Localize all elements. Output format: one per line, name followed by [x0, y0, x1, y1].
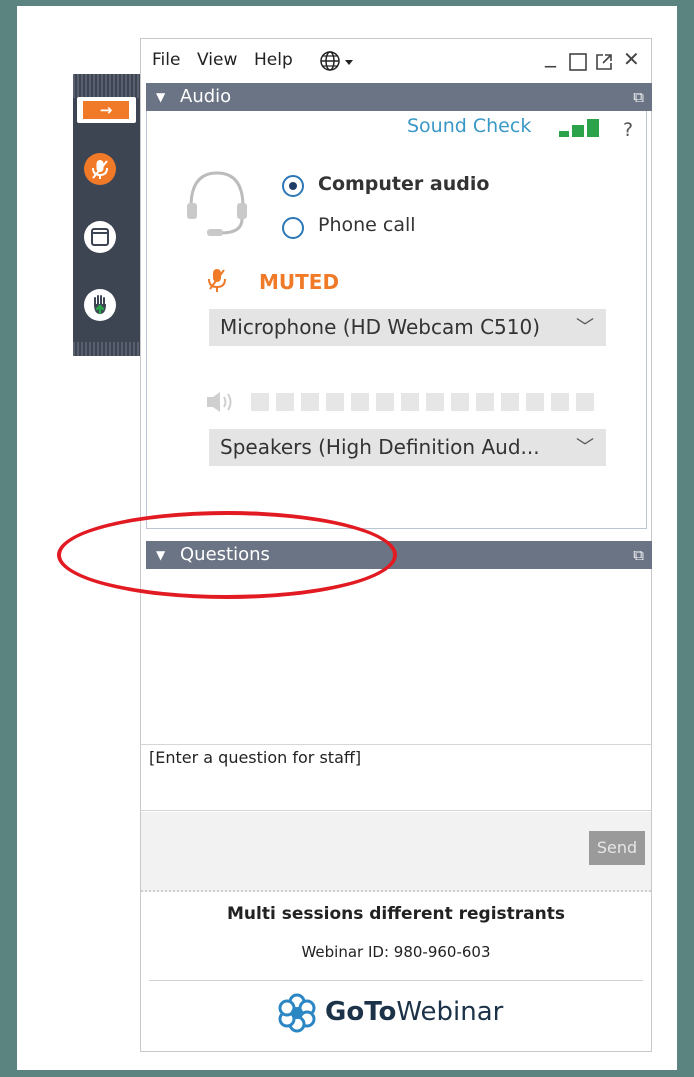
annotation-ellipse	[57, 511, 397, 599]
webinar-title: Multi sessions different registrants	[227, 904, 565, 924]
collapse-panel-button[interactable]: →	[77, 97, 136, 123]
collapse-triangle-icon: ▼	[156, 90, 166, 104]
question-input[interactable]: [Enter a question for staff]	[141, 744, 651, 811]
language-menu[interactable]	[319, 50, 359, 76]
arrow-right-icon: →	[83, 101, 129, 119]
menubar: File View Help _ ✕	[141, 39, 651, 81]
maximize-button[interactable]	[569, 53, 587, 75]
question-input-placeholder: [Enter a question for staff]	[149, 748, 362, 767]
audio-title: Audio	[180, 86, 232, 107]
screen-icon	[91, 228, 109, 246]
signal-strength-icon	[559, 119, 599, 137]
speaker-icon	[207, 392, 232, 412]
menu-file[interactable]: File	[152, 50, 180, 70]
globe-icon	[320, 51, 353, 71]
minimize-button[interactable]: _	[545, 43, 556, 68]
computer-audio-label[interactable]: Computer audio	[318, 173, 489, 195]
phone-call-label[interactable]: Phone call	[318, 214, 416, 236]
toolbar-grip-bottom[interactable]	[73, 342, 140, 356]
chevron-down-icon: ﹀	[576, 317, 594, 338]
computer-audio-radio[interactable]	[282, 175, 304, 197]
popout-button[interactable]	[595, 53, 613, 75]
menu-view[interactable]: View	[197, 50, 237, 70]
microphone-select-value: Microphone (HD Webcam C510)	[220, 315, 541, 339]
caret-down-icon	[345, 60, 353, 65]
mute-button[interactable]	[84, 153, 116, 185]
control-toolbar: →	[73, 74, 140, 356]
close-button[interactable]: ✕	[623, 47, 640, 71]
muted-microphone-icon	[92, 160, 108, 179]
webinar-id: Webinar ID: 980-960-603	[301, 943, 491, 961]
phone-call-radio[interactable]	[282, 217, 304, 239]
chevron-down-icon: ﹀	[576, 437, 594, 458]
footer-divider	[149, 980, 643, 981]
brand-bold: GoTo	[325, 997, 397, 1027]
gotowebinar-flower-icon	[278, 993, 316, 1033]
speakers-select[interactable]: Speakers (High Definition Aud... ﹀	[209, 429, 606, 466]
popout-icon[interactable]: ⧉	[633, 83, 644, 111]
square-icon	[569, 53, 587, 71]
muted-microphone-icon	[208, 269, 226, 292]
speakers-select-value: Speakers (High Definition Aud...	[220, 435, 540, 459]
gotowebinar-logo: GoToWebinar	[277, 993, 503, 1033]
microphone-select[interactable]: Microphone (HD Webcam C510) ﹀	[209, 309, 606, 346]
menu-help[interactable]: Help	[254, 50, 293, 70]
muted-status: MUTED	[259, 270, 340, 294]
sound-check-link[interactable]: Sound Check	[407, 115, 531, 137]
help-question-mark[interactable]: ?	[623, 119, 633, 141]
headset-icon	[187, 171, 247, 236]
screen-button[interactable]	[84, 221, 116, 253]
audio-section-header[interactable]: ▼ Audio ⧉	[146, 83, 652, 111]
popout-icon[interactable]: ⧉	[633, 541, 644, 569]
popout-icon	[596, 54, 612, 70]
send-area: Send	[141, 812, 651, 892]
gotowebinar-wordmark: GoToWebinar	[325, 997, 503, 1027]
raise-hand-icon	[94, 295, 106, 315]
speaker-volume-meter	[207, 392, 594, 412]
brand-rest: Webinar	[396, 997, 504, 1027]
toolbar-grip-top[interactable]	[73, 74, 140, 98]
raise-hand-button[interactable]	[84, 289, 116, 321]
send-button[interactable]: Send	[589, 831, 645, 865]
